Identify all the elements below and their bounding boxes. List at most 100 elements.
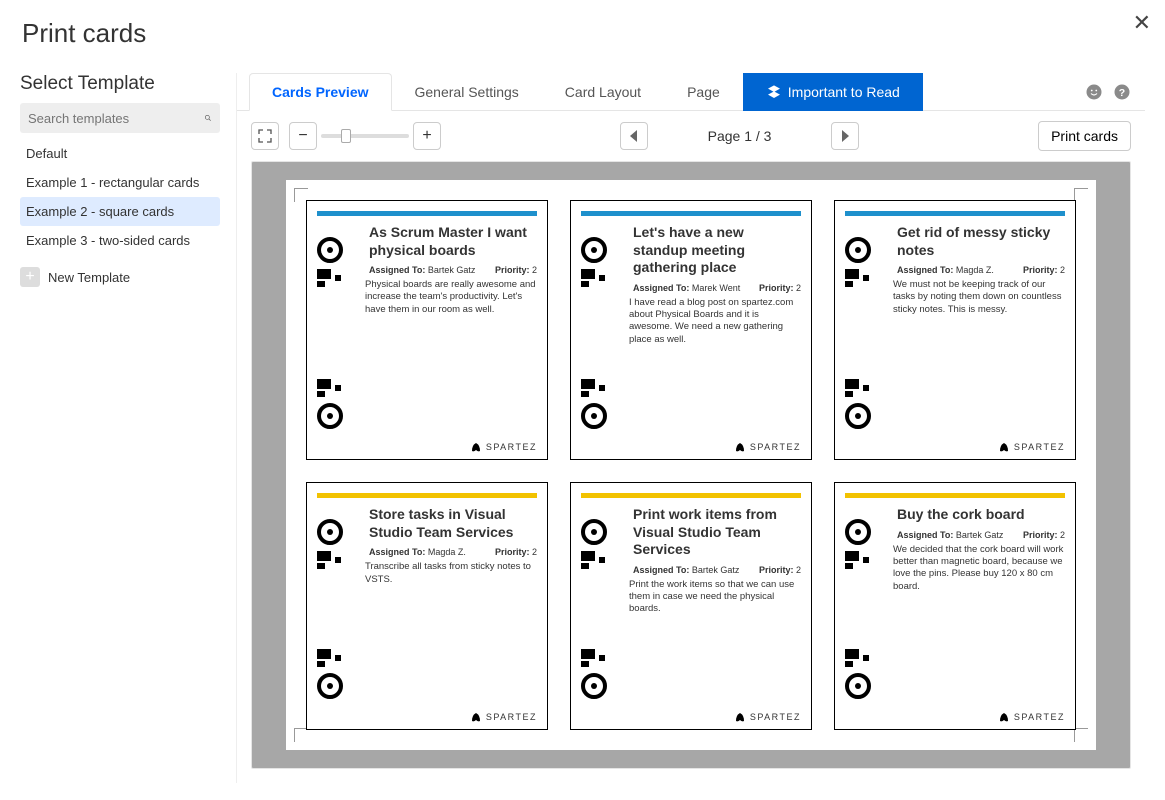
brand-label: SPARTEZ xyxy=(750,442,801,452)
main-panel: Cards PreviewGeneral SettingsCard Layout… xyxy=(236,73,1145,783)
card-assignee: Magda Z. xyxy=(956,265,994,275)
card-priority: 2 xyxy=(1060,530,1065,540)
smiley-icon[interactable] xyxy=(1085,83,1103,101)
zoom-slider[interactable] xyxy=(321,134,409,138)
sidebar-heading: Select Template xyxy=(20,73,220,95)
spartez-icon xyxy=(998,711,1010,723)
assigned-label: Assigned To: xyxy=(369,265,425,275)
crop-mark xyxy=(294,728,308,742)
qr-glyph-column xyxy=(581,519,625,699)
card-priority: 2 xyxy=(532,547,537,557)
tab-important-to-read[interactable]: Important to Read xyxy=(743,73,923,111)
spartez-icon xyxy=(998,441,1010,453)
close-icon[interactable]: ✕ xyxy=(1133,10,1151,36)
preview-card: Store tasks in Visual Studio Team Servic… xyxy=(306,482,548,730)
card-title: As Scrum Master I want physical boards xyxy=(369,224,537,259)
brand-label: SPARTEZ xyxy=(1014,712,1065,722)
svg-text:?: ? xyxy=(1119,86,1125,98)
plus-icon: + xyxy=(422,127,431,145)
brand-footer: SPARTEZ xyxy=(835,441,1075,453)
qr-glyph-column xyxy=(317,519,361,699)
qr-glyph-column xyxy=(845,237,889,429)
card-stripe xyxy=(317,211,537,216)
print-cards-button[interactable]: Print cards xyxy=(1038,121,1131,151)
zoom-in-button[interactable]: + xyxy=(413,122,441,150)
preview-card: Let's have a new standup meeting gatheri… xyxy=(570,200,812,460)
page-indicator: Page 1 / 3 xyxy=(708,128,772,144)
crop-mark xyxy=(1074,188,1088,202)
fullscreen-icon xyxy=(257,128,273,144)
priority-label: Priority: xyxy=(495,265,530,275)
brand-footer: SPARTEZ xyxy=(571,441,811,453)
spartez-icon xyxy=(470,441,482,453)
card-priority: 2 xyxy=(796,565,801,575)
page-title: Print cards xyxy=(22,18,1145,49)
brand-footer: SPARTEZ xyxy=(571,711,811,723)
assigned-label: Assigned To: xyxy=(633,283,689,293)
tab-general-settings[interactable]: General Settings xyxy=(392,73,542,111)
chevron-right-icon xyxy=(840,130,850,142)
card-assignee: Marek Went xyxy=(692,283,740,293)
card-assignee: Bartek Gatz xyxy=(428,265,476,275)
plus-icon: + xyxy=(20,267,40,287)
sidebar: Select Template DefaultExample 1 - recta… xyxy=(20,73,220,783)
spartez-icon xyxy=(734,711,746,723)
crop-mark xyxy=(1074,728,1088,742)
template-item[interactable]: Example 1 - rectangular cards xyxy=(20,168,220,197)
template-item[interactable]: Default xyxy=(20,139,220,168)
prev-page-button[interactable] xyxy=(620,122,648,150)
card-priority: 2 xyxy=(1060,265,1065,275)
tab-page[interactable]: Page xyxy=(664,73,743,111)
qr-glyph-column xyxy=(581,237,625,429)
card-stripe xyxy=(845,493,1065,498)
preview-page: As Scrum Master I want physical boards As… xyxy=(286,180,1096,750)
qr-glyph-column xyxy=(845,519,889,699)
brand-footer: SPARTEZ xyxy=(835,711,1075,723)
priority-label: Priority: xyxy=(759,565,794,575)
assigned-label: Assigned To: xyxy=(633,565,689,575)
priority-label: Priority: xyxy=(759,283,794,293)
card-priority: 2 xyxy=(796,283,801,293)
card-priority: 2 xyxy=(532,265,537,275)
card-stripe xyxy=(845,211,1065,216)
chevron-left-icon xyxy=(629,130,639,142)
brand-footer: SPARTEZ xyxy=(307,711,547,723)
slider-handle[interactable] xyxy=(341,129,351,143)
help-icon[interactable]: ? xyxy=(1113,83,1131,101)
assigned-label: Assigned To: xyxy=(369,547,425,557)
fullscreen-button[interactable] xyxy=(251,122,279,150)
preview-area: As Scrum Master I want physical boards As… xyxy=(251,161,1131,769)
assigned-label: Assigned To: xyxy=(897,265,953,275)
brand-footer: SPARTEZ xyxy=(307,441,547,453)
search-input-wrap[interactable] xyxy=(20,103,220,133)
card-assignee: Bartek Gatz xyxy=(692,565,740,575)
card-stripe xyxy=(581,211,801,216)
brand-label: SPARTEZ xyxy=(1014,442,1065,452)
template-item[interactable]: Example 2 - square cards xyxy=(20,197,220,226)
zoom-out-button[interactable]: − xyxy=(289,122,317,150)
preview-card: Print work items from Visual Studio Team… xyxy=(570,482,812,730)
search-icon xyxy=(204,111,212,125)
next-page-button[interactable] xyxy=(831,122,859,150)
qr-glyph-column xyxy=(317,237,361,429)
brand-label: SPARTEZ xyxy=(750,712,801,722)
preview-card: As Scrum Master I want physical boards As… xyxy=(306,200,548,460)
new-template-label: New Template xyxy=(48,270,130,285)
tab-cards-preview[interactable]: Cards Preview xyxy=(249,73,392,111)
stack-icon xyxy=(766,84,782,100)
priority-label: Priority: xyxy=(1023,530,1058,540)
card-assignee: Magda Z. xyxy=(428,547,466,557)
minus-icon: − xyxy=(298,127,307,145)
assigned-label: Assigned To: xyxy=(897,530,953,540)
card-title: Let's have a new standup meeting gatheri… xyxy=(633,224,801,277)
card-title: Buy the cork board xyxy=(897,506,1065,524)
new-template-button[interactable]: + New Template xyxy=(20,267,220,287)
spartez-icon xyxy=(734,441,746,453)
template-item[interactable]: Example 3 - two-sided cards xyxy=(20,226,220,255)
card-stripe xyxy=(317,493,537,498)
tab-card-layout[interactable]: Card Layout xyxy=(542,73,664,111)
search-input[interactable] xyxy=(28,111,204,126)
preview-card: Buy the cork boardAssigned To: Bartek Ga… xyxy=(834,482,1076,730)
card-title: Print work items from Visual Studio Team… xyxy=(633,506,801,559)
preview-card: Get rid of messy sticky notesAssigned To… xyxy=(834,200,1076,460)
